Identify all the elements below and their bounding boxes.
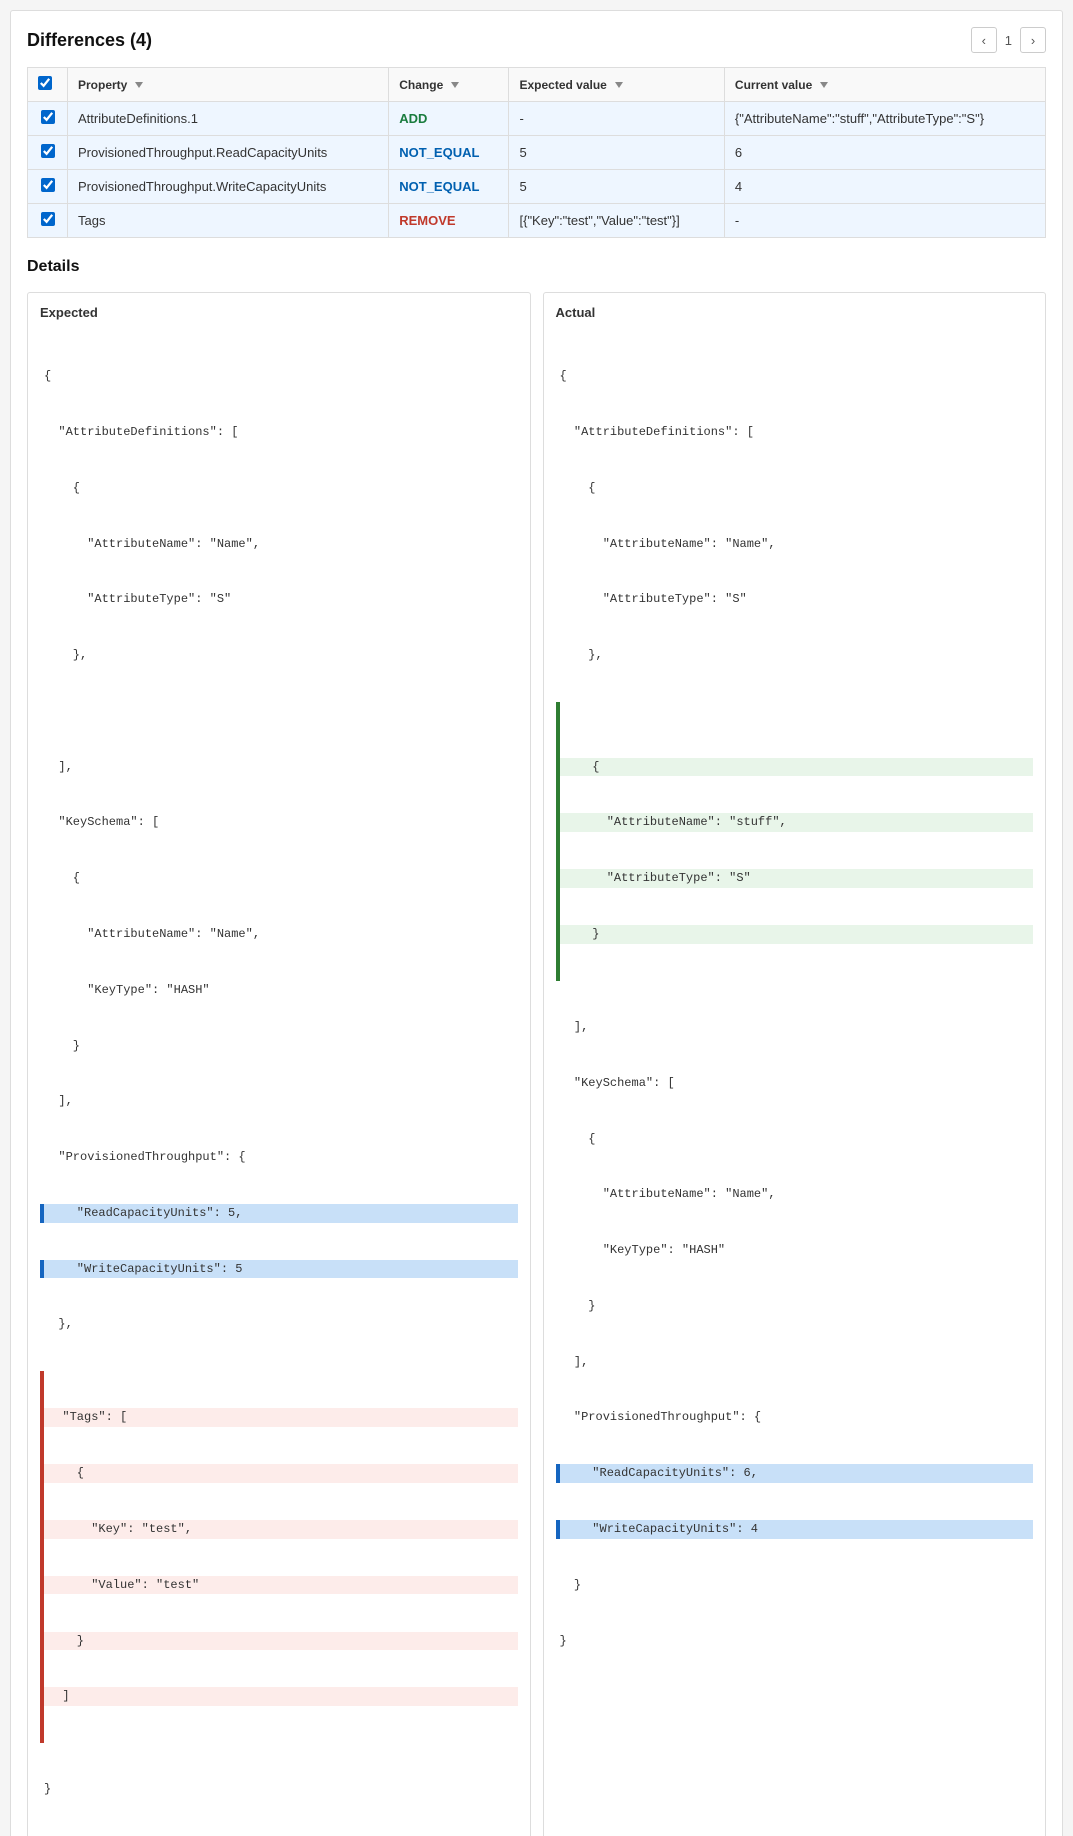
row-change-cell: ADD [389,102,509,136]
row-checkbox-cell [28,136,68,170]
prev-page-button[interactable]: ‹ [971,27,997,53]
table-row: AttributeDefinitions.1 ADD -{"AttributeNam… [28,102,1046,136]
details-section: Details Expected { "AttributeDefinitions… [27,258,1046,1836]
differences-header: Differences (4) ‹ 1 › [27,27,1046,53]
row-property: AttributeDefinitions.1 [68,102,389,136]
col-expected: Expected value [509,68,724,102]
row-change-cell: REMOVE [389,204,509,238]
next-page-button[interactable]: › [1020,27,1046,53]
select-all-checkbox[interactable] [38,76,52,90]
row-checkbox[interactable] [41,110,55,124]
actual-code: { "AttributeDefinitions": [ { "Attribute… [556,330,1034,1687]
row-property: Tags [68,204,389,238]
change-filter-icon[interactable] [451,82,459,88]
row-expected: 5 [509,136,724,170]
row-current: 4 [724,170,1045,204]
expected-panel: Expected { "AttributeDefinitions": [ { "… [27,292,531,1836]
actual-panel-title: Actual [556,305,1034,320]
row-change-cell: NOT_EQUAL [389,136,509,170]
row-current: {"AttributeName":"stuff","AttributeType"… [724,102,1045,136]
col-property: Property [68,68,389,102]
row-change: ADD [399,111,427,126]
actual-panel: Actual { "AttributeDefinitions": [ { "At… [543,292,1047,1836]
row-checkbox[interactable] [41,212,55,226]
details-panels: Expected { "AttributeDefinitions": [ { "… [27,292,1046,1836]
row-current: 6 [724,136,1045,170]
details-title: Details [27,258,1046,276]
row-expected: [{"Key":"test","Value":"test"}] [509,204,724,238]
row-expected: - [509,102,724,136]
row-checkbox-cell [28,204,68,238]
row-current: - [724,204,1045,238]
page-number: 1 [1005,33,1012,48]
table-row: ProvisionedThroughput.WriteCapacityUnits… [28,170,1046,204]
row-checkbox[interactable] [41,178,55,192]
table-row: Tags REMOVE [{"Key":"test","Value":"test"}… [28,204,1046,238]
col-change: Change [389,68,509,102]
pagination: ‹ 1 › [971,27,1046,53]
row-checkbox-cell [28,102,68,136]
row-change: NOT_EQUAL [399,179,479,194]
row-change: NOT_EQUAL [399,145,479,160]
current-filter-icon[interactable] [820,82,828,88]
col-current: Current value [724,68,1045,102]
row-property: ProvisionedThroughput.WriteCapacityUnits [68,170,389,204]
row-checkbox[interactable] [41,144,55,158]
row-expected: 5 [509,170,724,204]
page-title: Differences (4) [27,30,152,51]
row-change-cell: NOT_EQUAL [389,170,509,204]
property-filter-icon[interactable] [135,82,143,88]
table-row: ProvisionedThroughput.ReadCapacityUnits N… [28,136,1046,170]
differences-table: Property Change Expected value [27,67,1046,238]
expected-filter-icon[interactable] [615,82,623,88]
row-checkbox-cell [28,170,68,204]
row-property: ProvisionedThroughput.ReadCapacityUnits [68,136,389,170]
col-checkbox [28,68,68,102]
row-change: REMOVE [399,213,455,228]
expected-panel-title: Expected [40,305,518,320]
expected-code: { "AttributeDefinitions": [ { "Attribute… [40,330,518,1836]
